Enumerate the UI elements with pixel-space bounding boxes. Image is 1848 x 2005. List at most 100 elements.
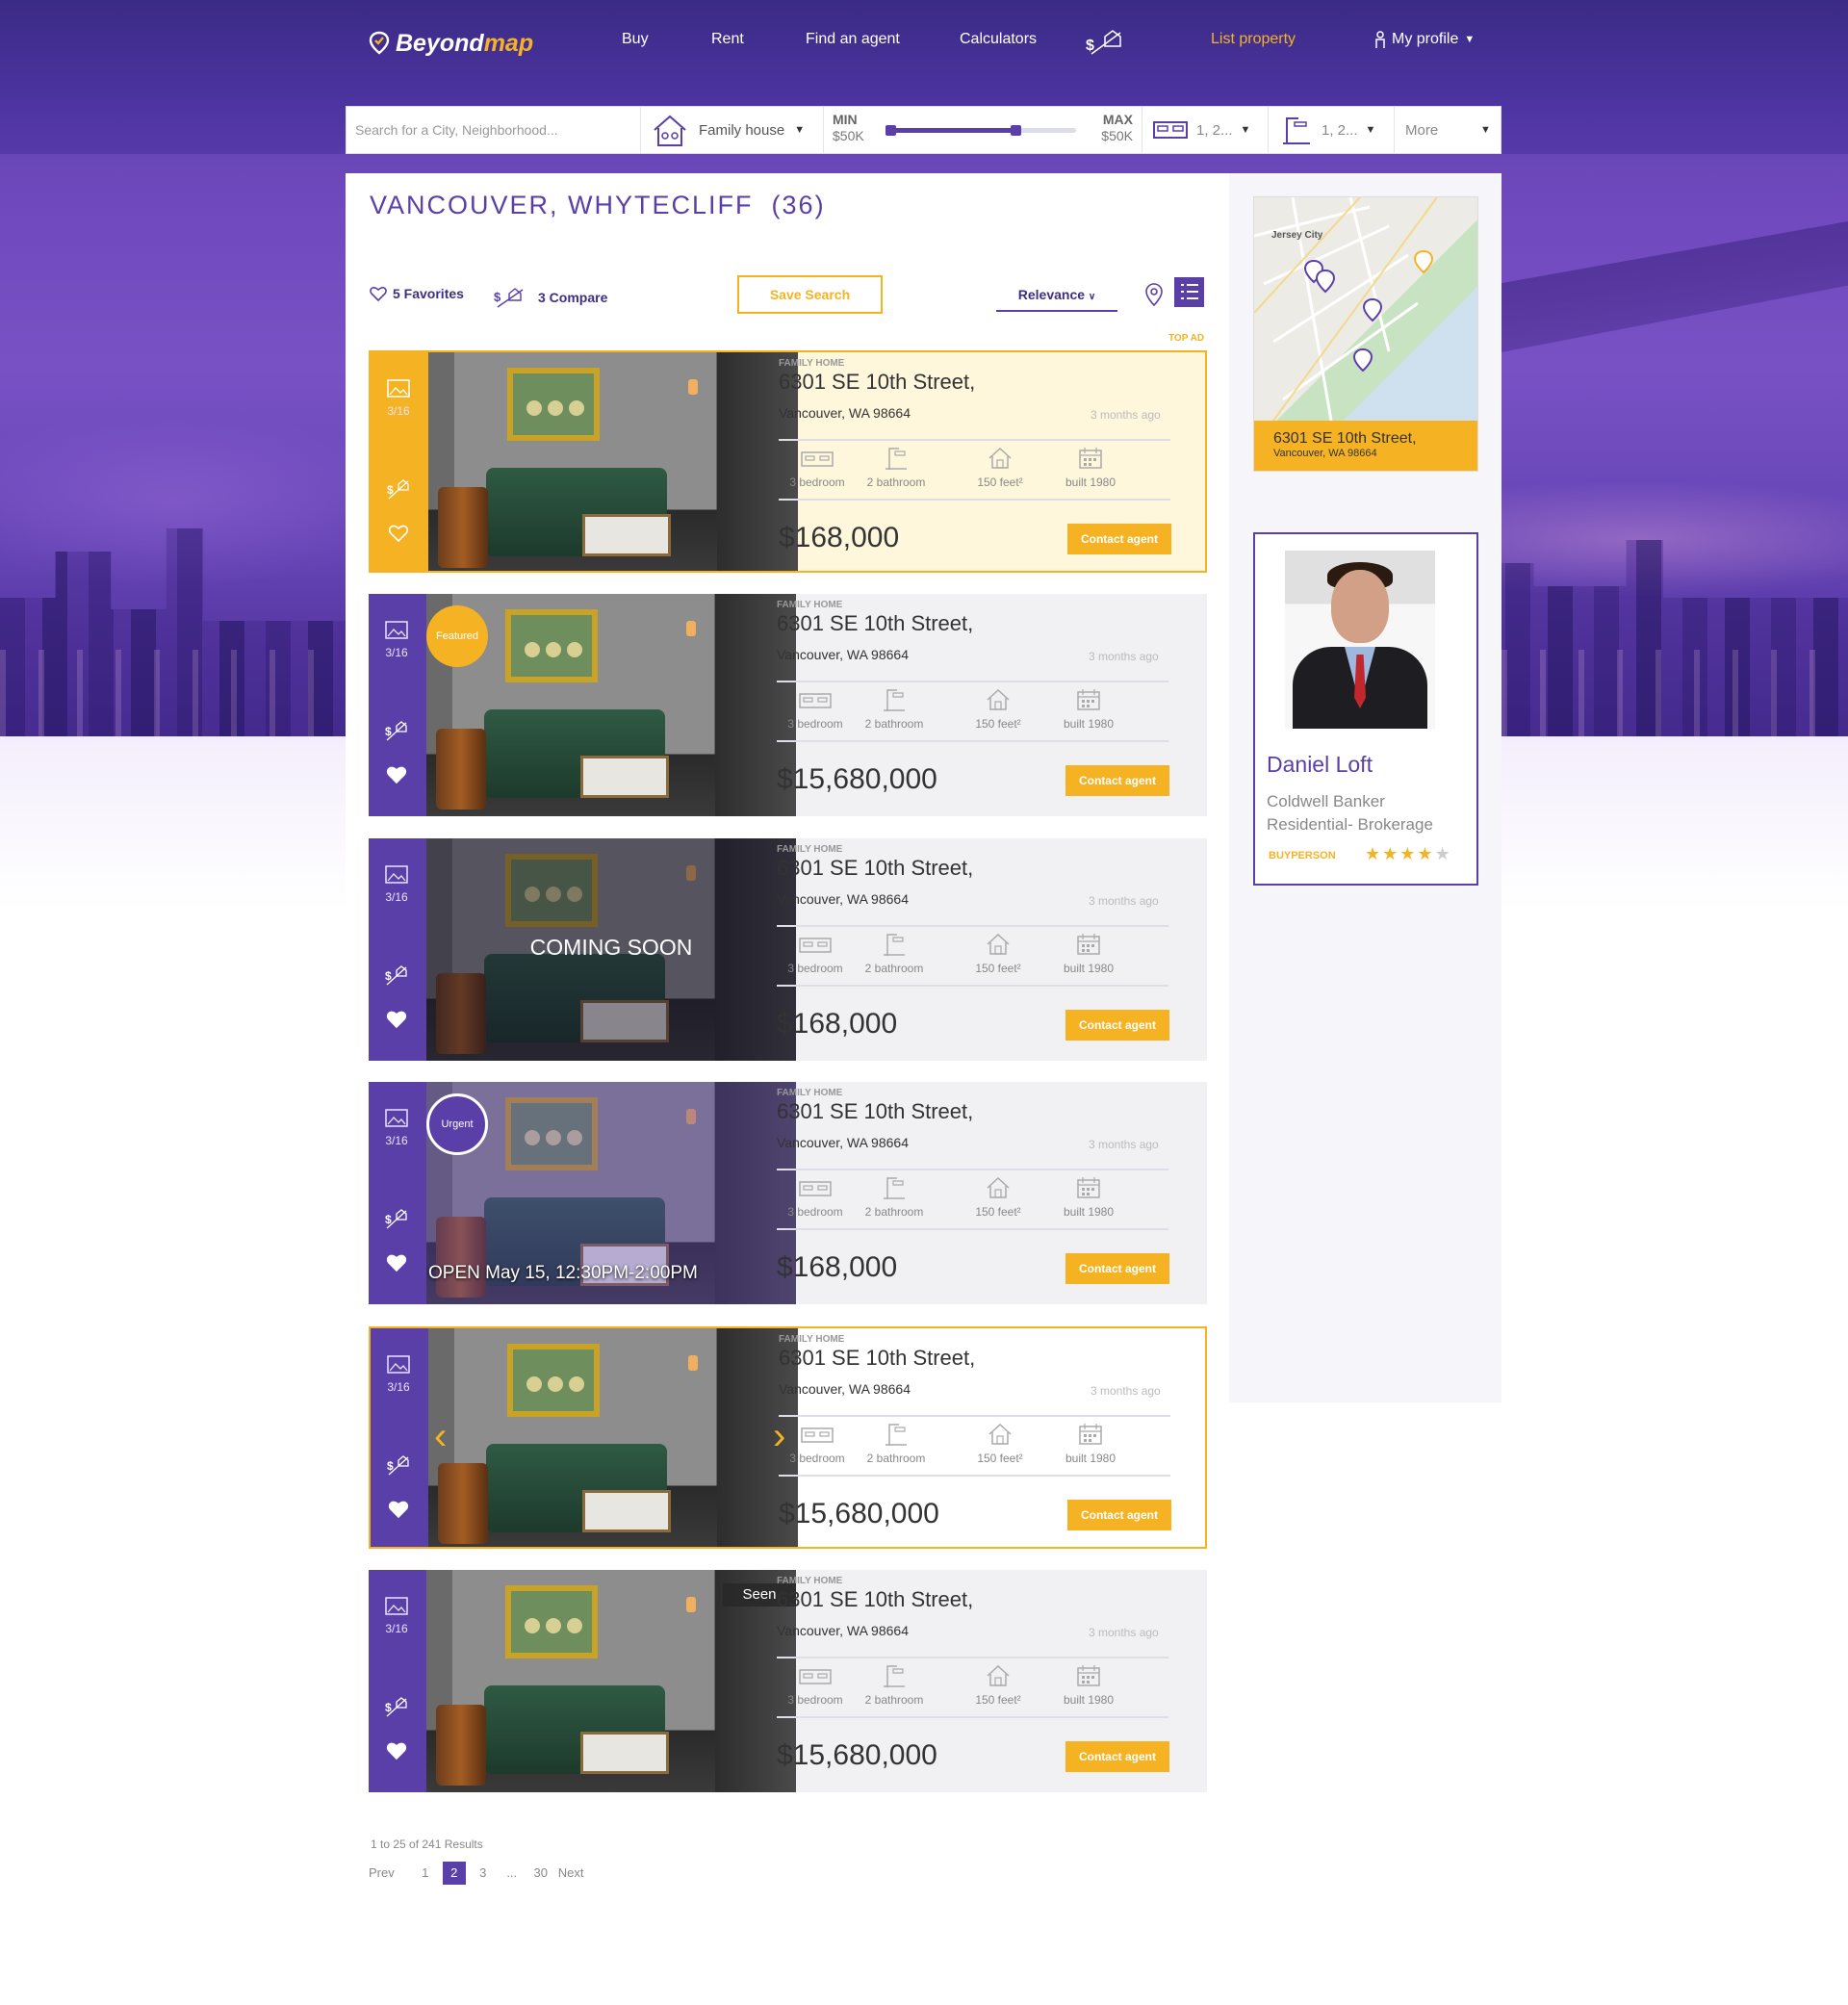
listing-street[interactable]: 6301 SE 10th Street, [777,1099,973,1124]
built-feature: built 1980 [1040,688,1137,731]
house-icon [952,1423,1048,1446]
heart-icon[interactable] [383,762,410,785]
listing-card[interactable]: 3/16 $ FAMILY HOME 6301 SE 10th Street, Vanc… [369,350,1207,573]
results-toolbar: 5 Favorites $ 3 Compare Save Search Rele… [370,275,1207,320]
contact-agent-button[interactable]: Contact agent [1065,1253,1169,1284]
profile-menu[interactable]: My profile ▼ [1374,31,1475,48]
compare-icon[interactable]: $ [383,1694,410,1717]
star-filled-icon: ★ [1399,844,1418,863]
area-feature: 150 feet² [950,933,1046,975]
agent-card[interactable]: Daniel Loft Coldwell Banker Residential-… [1253,532,1478,886]
listing-card[interactable]: 3/16 $ Featured FAMILY HOME 6301 SE 10th Str… [369,594,1207,816]
contact-agent-button[interactable]: Contact agent [1065,1010,1169,1041]
compare-link[interactable]: $ 3 Compare [494,286,607,309]
agent-rating: ★★★★★ [1365,844,1452,864]
bathroom-count: 2 bathroom [866,1452,926,1465]
logo[interactable]: Beyond map [369,27,533,60]
pagination-prev[interactable]: Prev [369,1862,395,1885]
built-feature: built 1980 [1042,1423,1139,1465]
listing-city: Vancouver, WA 98664 [777,1623,909,1638]
listing-photo[interactable] [428,352,798,571]
listing-card[interactable]: 3/16 $ Seen FAMILY HOME 6301 SE 10th Street,… [369,1570,1207,1792]
listing-photo[interactable]: Seen [426,1570,796,1792]
agent-name[interactable]: Daniel Loft [1267,752,1373,778]
compare-icon[interactable]: $ [385,1452,412,1476]
listing-card[interactable]: 3/16 $ ‹ › FAMILY HOME 6301 SE 10th Street, Va… [369,1326,1207,1549]
gallery-icon[interactable] [385,1353,412,1376]
built-year: built 1980 [1063,717,1115,731]
listing-street[interactable]: 6301 SE 10th Street, [777,856,973,881]
compare-icon[interactable]: $ [383,963,410,986]
save-search-button[interactable]: Save Search [737,275,883,314]
listing-photo[interactable]: COMING SOON [426,838,796,1061]
listing-price: $168,000 [779,522,900,553]
sort-select[interactable]: Relevance ∨ [996,281,1117,312]
nav-rent[interactable]: Rent [711,31,744,48]
heart-icon[interactable] [383,1007,410,1030]
contact-agent-button[interactable]: Contact agent [1067,1500,1171,1530]
chevron-left-icon[interactable]: ‹ [434,1417,447,1455]
contact-agent-button[interactable]: Contact agent [1065,1741,1169,1772]
logo-pin-icon [369,31,390,55]
property-type-value: Family house [699,121,785,139]
pagination-ellipsis: ... [506,1865,518,1880]
pagination-page[interactable]: 1 [414,1862,437,1885]
search-input[interactable] [346,107,640,153]
price-slider[interactable] [886,125,1076,136]
favorites-link[interactable]: 5 Favorites [370,286,464,301]
bathroom-count: 2 bathroom [864,717,924,731]
more-filters-select[interactable]: More ▼ [1396,107,1502,153]
listing-street[interactable]: 6301 SE 10th Street, [779,370,975,395]
compare-icon[interactable]: $ [385,476,412,500]
map-view-icon[interactable] [1145,283,1163,306]
heart-icon[interactable] [385,521,412,544]
compare-icon[interactable]: $ [383,1206,410,1229]
list-view-button[interactable] [1174,277,1204,307]
beds-value: 1, 2... [1196,121,1233,139]
beds-select[interactable]: 1, 2... ▼ [1142,107,1269,153]
compare-price-icon[interactable]: $ [1086,27,1128,58]
gallery-icon[interactable] [383,863,410,887]
listing-features: 3 bedroom 2 bathroom 150 feet² built 1980 [777,925,1168,987]
nav-find-agent[interactable]: Find an agent [806,31,900,48]
property-type-select[interactable]: Family house ▼ [641,107,824,153]
heart-icon[interactable] [383,1250,410,1273]
nav-calculators[interactable]: Calculators [960,31,1037,48]
pagination-page[interactable]: 2 [442,1862,466,1885]
pagination-next[interactable]: Next [558,1862,584,1885]
gallery-icon[interactable] [383,619,410,642]
nav-list-property[interactable]: List property [1211,31,1296,48]
contact-agent-button[interactable]: Contact agent [1067,524,1171,554]
max-price: MAX $50K [1092,112,1133,144]
pagination-page[interactable]: 30 [529,1862,552,1885]
compare-icon[interactable]: $ [383,718,410,741]
price-slider-min-handle[interactable] [886,125,896,136]
listing-card[interactable]: 3/16 $ OPEN May 15, 12:30PM-2:00PM Urgent FA… [369,1082,1207,1304]
listing-photo[interactable]: Featured [426,594,796,816]
gallery-icon[interactable] [383,1107,410,1130]
list-icon [1181,284,1198,299]
listing-street[interactable]: 6301 SE 10th Street, [779,1346,975,1371]
bedroom-count: 3 bedroom [787,1693,843,1707]
contact-agent-button[interactable]: Contact agent [1065,765,1169,796]
listing-action-strip: 3/16 $ [371,352,428,571]
heart-icon[interactable] [383,1738,410,1761]
listing-street[interactable]: 6301 SE 10th Street, [777,1587,973,1612]
gallery-icon[interactable] [385,377,412,400]
nav-buy[interactable]: Buy [622,31,649,48]
map-place-label: Jersey City [1271,230,1323,241]
listing-photo[interactable]: ‹ › [428,1328,798,1547]
listing-price: $15,680,000 [777,1739,937,1771]
pagination-page[interactable]: 3 [472,1862,495,1885]
baths-select[interactable]: 1, 2... ▼ [1270,107,1395,153]
listing-card[interactable]: 3/16 $ COMING SOON FAMILY HOME 6301 SE 10th … [369,838,1207,1061]
bath-icon [846,933,942,956]
listing-street[interactable]: 6301 SE 10th Street, [777,611,973,636]
map-image: Jersey City [1254,197,1477,421]
listing-photo[interactable]: OPEN May 15, 12:30PM-2:00PM Urgent [426,1082,796,1304]
price-slider-max-handle[interactable] [1010,125,1021,136]
gallery-icon[interactable] [383,1595,410,1618]
map-streets: Jersey City [1254,197,1438,421]
heart-icon[interactable] [385,1497,412,1520]
map-preview[interactable]: Jersey City 6301 SE 10th Street, Vancouv… [1253,196,1478,472]
